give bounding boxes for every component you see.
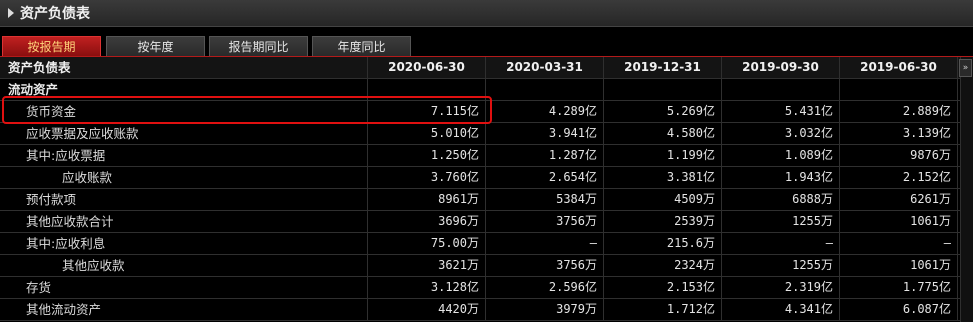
table-row[interactable]: 应收账款 3.760亿 2.654亿 3.381亿 1.943亿 2.152亿 (0, 167, 973, 189)
right-gutter: » (959, 57, 973, 322)
value-cell: 2539万 (604, 211, 722, 232)
value-cell: 2.152亿 (840, 167, 958, 188)
table-row[interactable]: 其中:应收票据 1.250亿 1.287亿 1.199亿 1.089亿 9876… (0, 145, 973, 167)
empty-cell (604, 79, 722, 100)
value-cell: 6261万 (840, 189, 958, 210)
value-cell: 4.580亿 (604, 123, 722, 144)
value-cell: 1255万 (722, 255, 840, 276)
row-label: 其他应收款合计 (0, 211, 368, 232)
value-cell: 2.889亿 (840, 101, 958, 122)
column-header[interactable]: 2020-06-30 (368, 57, 486, 78)
value-cell: 3.128亿 (368, 277, 486, 298)
value-cell: 4420万 (368, 299, 486, 320)
value-cell: 2.319亿 (722, 277, 840, 298)
tab-by-report-period[interactable]: 按报告期 (2, 36, 101, 56)
value-cell: 2.596亿 (486, 277, 604, 298)
table-row[interactable]: 货币资金 7.115亿 4.289亿 5.269亿 5.431亿 2.889亿 (0, 101, 973, 123)
value-cell: 1.199亿 (604, 145, 722, 166)
value-cell: 6888万 (722, 189, 840, 210)
scroll-right-button[interactable]: » (959, 59, 972, 77)
value-cell: — (722, 233, 840, 254)
value-cell: — (486, 233, 604, 254)
value-cell: 8961万 (368, 189, 486, 210)
value-cell: 1.712亿 (604, 299, 722, 320)
row-label: 其他应收款 (0, 255, 368, 276)
value-cell: 3.941亿 (486, 123, 604, 144)
column-header[interactable]: 2019-12-31 (604, 57, 722, 78)
section-row: 流动资产 (0, 79, 973, 101)
value-cell: — (840, 233, 958, 254)
row-label: 其中:应收票据 (0, 145, 368, 166)
row-label: 货币资金 (0, 101, 368, 122)
value-cell: 1.943亿 (722, 167, 840, 188)
value-cell: 1.250亿 (368, 145, 486, 166)
value-cell: 4.341亿 (722, 299, 840, 320)
row-label: 预付款项 (0, 189, 368, 210)
value-cell: 1.775亿 (840, 277, 958, 298)
tab-by-year[interactable]: 按年度 (106, 36, 205, 56)
row-label: 其中:应收利息 (0, 233, 368, 254)
value-cell: 3.032亿 (722, 123, 840, 144)
value-cell: 1061万 (840, 255, 958, 276)
value-cell: 4.289亿 (486, 101, 604, 122)
value-cell: 4509万 (604, 189, 722, 210)
value-cell: 215.6万 (604, 233, 722, 254)
value-cell: 3756万 (486, 255, 604, 276)
panel-title-bar: 资产负债表 (0, 0, 973, 27)
value-cell: 75.00万 (368, 233, 486, 254)
empty-cell (722, 79, 840, 100)
corner-header: 资产负债表 (0, 57, 368, 78)
table-row[interactable]: 其他应收款 3621万 3756万 2324万 1255万 1061万 (0, 255, 973, 277)
value-cell: 3.139亿 (840, 123, 958, 144)
value-cell: 3.760亿 (368, 167, 486, 188)
table-row[interactable]: 应收票据及应收账款 5.010亿 3.941亿 4.580亿 3.032亿 3.… (0, 123, 973, 145)
value-cell: 5.010亿 (368, 123, 486, 144)
row-label: 应收账款 (0, 167, 368, 188)
value-cell: 5.431亿 (722, 101, 840, 122)
value-cell: 2.153亿 (604, 277, 722, 298)
table-row[interactable]: 预付款项 8961万 5384万 4509万 6888万 6261万 (0, 189, 973, 211)
tab-strip: 按报告期 按年度 报告期同比 年度同比 (0, 36, 973, 56)
panel-title: 资产负债表 (20, 6, 90, 22)
value-cell: 1061万 (840, 211, 958, 232)
value-cell: 6.087亿 (840, 299, 958, 320)
value-cell: 9876万 (840, 145, 958, 166)
value-cell: 1255万 (722, 211, 840, 232)
value-cell: 7.115亿 (368, 101, 486, 122)
value-cell: 3979万 (486, 299, 604, 320)
column-header[interactable]: 2019-09-30 (722, 57, 840, 78)
table-row[interactable]: 存货 3.128亿 2.596亿 2.153亿 2.319亿 1.775亿 (0, 277, 973, 299)
row-label: 存货 (0, 277, 368, 298)
value-cell: 3756万 (486, 211, 604, 232)
value-cell: 5.269亿 (604, 101, 722, 122)
table-header-row: 资产负债表 2020-06-30 2020-03-31 2019-12-31 2… (0, 57, 973, 79)
value-cell: 3621万 (368, 255, 486, 276)
value-cell: 1.089亿 (722, 145, 840, 166)
table-row[interactable]: 其他应收款合计 3696万 3756万 2539万 1255万 1061万 (0, 211, 973, 233)
row-label: 应收票据及应收账款 (0, 123, 368, 144)
balance-sheet-table: 资产负债表 2020-06-30 2020-03-31 2019-12-31 2… (0, 57, 973, 321)
value-cell: 3.381亿 (604, 167, 722, 188)
empty-cell (840, 79, 958, 100)
empty-cell (486, 79, 604, 100)
tab-annual-yoy[interactable]: 年度同比 (312, 36, 411, 56)
table-row[interactable]: 其中:应收利息 75.00万 — 215.6万 — — (0, 233, 973, 255)
value-cell: 3696万 (368, 211, 486, 232)
value-cell: 2324万 (604, 255, 722, 276)
tab-report-period-yoy[interactable]: 报告期同比 (209, 36, 308, 56)
column-header[interactable]: 2019-06-30 (840, 57, 958, 78)
collapse-triangle-icon[interactable] (8, 8, 14, 18)
value-cell: 1.287亿 (486, 145, 604, 166)
value-cell: 5384万 (486, 189, 604, 210)
empty-cell (368, 79, 486, 100)
column-header[interactable]: 2020-03-31 (486, 57, 604, 78)
row-label: 其他流动资产 (0, 299, 368, 320)
section-label: 流动资产 (0, 79, 368, 100)
value-cell: 2.654亿 (486, 167, 604, 188)
table-row[interactable]: 其他流动资产 4420万 3979万 1.712亿 4.341亿 6.087亿 (0, 299, 973, 321)
